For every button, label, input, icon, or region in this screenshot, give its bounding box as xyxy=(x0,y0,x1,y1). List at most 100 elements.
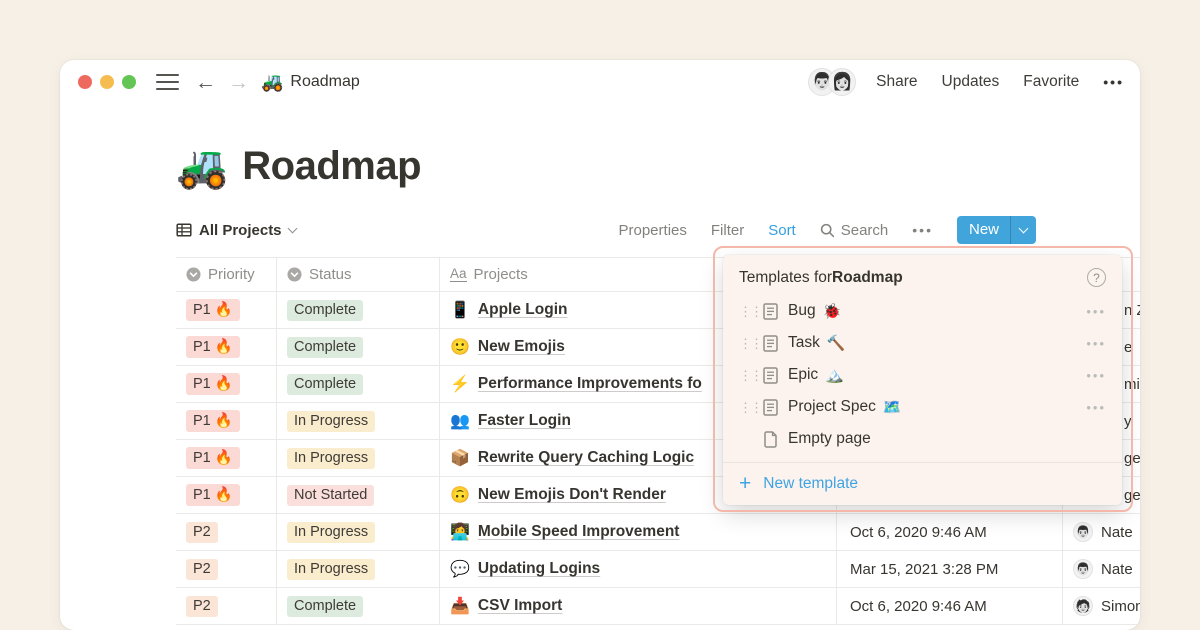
clipped-text: mi xyxy=(1124,376,1140,393)
priority-tag[interactable]: P1 🔥 xyxy=(186,484,240,506)
status-tag[interactable]: In Progress xyxy=(287,521,376,543)
view-more-icon[interactable]: ••• xyxy=(912,222,933,238)
status-tag[interactable]: Complete xyxy=(287,299,364,321)
project-cell[interactable]: 👩‍💻 Mobile Speed Improvement xyxy=(440,514,837,550)
priority-cell[interactable]: P1 🔥 xyxy=(176,440,277,476)
back-arrow-icon[interactable]: ← xyxy=(195,72,216,93)
new-template-button[interactable]: + New template xyxy=(723,463,1122,505)
page-emoji-icon[interactable]: 🚜 xyxy=(176,145,228,188)
status-cell[interactable]: Complete xyxy=(277,292,440,328)
status-cell[interactable]: In Progress xyxy=(277,440,440,476)
empty-page-icon xyxy=(763,430,778,448)
status-tag[interactable]: Complete xyxy=(287,373,364,395)
template-item-empty-page[interactable]: Empty page xyxy=(723,423,1122,455)
project-link[interactable]: Apple Login xyxy=(478,301,568,319)
close-window-button[interactable] xyxy=(78,75,92,89)
project-link[interactable]: Rewrite Query Caching Logic xyxy=(478,449,694,467)
updates-button[interactable]: Updates xyxy=(942,73,1000,91)
template-more-icon[interactable]: ••• xyxy=(1086,336,1106,351)
project-link[interactable]: Updating Logins xyxy=(478,560,600,578)
more-menu-icon[interactable]: ••• xyxy=(1103,74,1124,90)
template-more-icon[interactable]: ••• xyxy=(1086,400,1106,415)
template-item-task[interactable]: ⋮⋮ Task 🔨 ••• xyxy=(723,327,1122,359)
status-cell[interactable]: In Progress xyxy=(277,403,440,439)
priority-cell[interactable]: P2 xyxy=(176,551,277,587)
drag-handle-icon[interactable]: ⋮⋮ xyxy=(739,305,763,318)
project-link[interactable]: CSV Import xyxy=(478,597,562,615)
priority-tag[interactable]: P1 🔥 xyxy=(186,410,240,432)
status-cell[interactable]: In Progress xyxy=(277,551,440,587)
status-tag[interactable]: In Progress xyxy=(287,447,376,469)
priority-cell[interactable]: P2 xyxy=(176,514,277,550)
date-cell[interactable]: Oct 6, 2020 9:46 AM xyxy=(837,588,1063,624)
status-tag[interactable]: Complete xyxy=(287,595,364,617)
project-link[interactable]: Faster Login xyxy=(478,412,571,430)
priority-cell[interactable]: P1 🔥 xyxy=(176,292,277,328)
priority-cell[interactable]: P1 🔥 xyxy=(176,403,277,439)
priority-cell[interactable]: P1 🔥 xyxy=(176,366,277,402)
priority-cell[interactable]: P1 🔥 xyxy=(176,477,277,513)
zoom-window-button[interactable] xyxy=(122,75,136,89)
status-tag[interactable]: In Progress xyxy=(287,410,376,432)
drag-handle-icon[interactable]: ⋮⋮ xyxy=(739,369,763,382)
template-more-icon[interactable]: ••• xyxy=(1086,304,1106,319)
status-tag[interactable]: Complete xyxy=(287,336,364,358)
person-cell[interactable]: 👨🏻 Nate xyxy=(1063,514,1140,550)
breadcrumb[interactable]: 🚜 Roadmap xyxy=(261,72,360,93)
template-more-icon[interactable]: ••• xyxy=(1086,368,1106,383)
status-cell[interactable]: Complete xyxy=(277,329,440,365)
drag-handle-icon[interactable]: ⋮⋮ xyxy=(739,401,763,414)
status-cell[interactable]: Not Started xyxy=(277,477,440,513)
priority-tag[interactable]: P1 🔥 xyxy=(186,336,240,358)
person-cell[interactable]: 🧑🏻 Simon xyxy=(1063,588,1140,624)
status-cell[interactable]: Complete xyxy=(277,366,440,402)
template-item-project-spec[interactable]: ⋮⋮ Project Spec 🗺️ ••• xyxy=(723,391,1122,423)
template-label: Epic xyxy=(788,366,819,383)
template-item-epic[interactable]: ⋮⋮ Epic 🏔️ ••• xyxy=(723,359,1122,391)
project-link[interactable]: New Emojis Don't Render xyxy=(478,486,666,504)
minimize-window-button[interactable] xyxy=(100,75,114,89)
new-button-dropdown[interactable] xyxy=(1010,216,1036,244)
search-button[interactable]: Search xyxy=(820,222,888,239)
sort-button[interactable]: Sort xyxy=(768,222,796,239)
tractor-emoji-icon: 🚜 xyxy=(261,71,284,92)
project-link[interactable]: New Emojis xyxy=(478,338,565,356)
project-cell[interactable]: 💬 Updating Logins xyxy=(440,551,837,587)
priority-tag[interactable]: P2 xyxy=(186,558,218,580)
new-button[interactable]: New xyxy=(956,216,1036,244)
column-header-status[interactable]: Status xyxy=(277,258,440,291)
person-cell[interactable]: 👨🏻 Nate xyxy=(1063,551,1140,587)
template-page-icon xyxy=(763,334,778,352)
clipped-text: y xyxy=(1124,413,1132,430)
priority-tag[interactable]: P2 xyxy=(186,595,218,617)
date-cell[interactable]: Oct 6, 2020 9:46 AM xyxy=(837,514,1063,550)
priority-cell[interactable]: P1 🔥 xyxy=(176,329,277,365)
drag-handle-icon[interactable]: ⋮⋮ xyxy=(739,337,763,350)
status-tag[interactable]: In Progress xyxy=(287,558,376,580)
priority-tag[interactable]: P1 🔥 xyxy=(186,373,240,395)
template-item-bug[interactable]: ⋮⋮ Bug 🐞 ••• xyxy=(723,295,1122,327)
properties-button[interactable]: Properties xyxy=(619,222,687,239)
status-tag[interactable]: Not Started xyxy=(287,484,375,506)
collaborator-avatars[interactable]: 👨🏻 👩🏻 xyxy=(808,68,857,96)
view-switcher[interactable]: All Projects xyxy=(176,222,297,239)
page-title-text[interactable]: Roadmap xyxy=(242,144,421,189)
project-link[interactable]: Mobile Speed Improvement xyxy=(478,523,680,541)
filter-button[interactable]: Filter xyxy=(711,222,744,239)
column-header-priority[interactable]: Priority xyxy=(176,258,277,291)
sidebar-toggle-icon[interactable] xyxy=(156,73,179,91)
new-button-label[interactable]: New xyxy=(957,216,1010,244)
priority-tag[interactable]: P1 🔥 xyxy=(186,299,240,321)
project-cell[interactable]: 📥 CSV Import xyxy=(440,588,837,624)
priority-tag[interactable]: P1 🔥 xyxy=(186,447,240,469)
priority-cell[interactable]: P2 xyxy=(176,588,277,624)
help-icon[interactable]: ? xyxy=(1087,268,1106,287)
status-cell[interactable]: In Progress xyxy=(277,514,440,550)
status-cell[interactable]: Complete xyxy=(277,588,440,624)
date-cell[interactable]: Mar 15, 2021 3:28 PM xyxy=(837,551,1063,587)
favorite-button[interactable]: Favorite xyxy=(1023,73,1079,91)
project-link[interactable]: Performance Improvements fo xyxy=(478,375,702,393)
share-button[interactable]: Share xyxy=(876,73,917,91)
project-emoji-icon: 💬 xyxy=(450,561,470,578)
priority-tag[interactable]: P2 xyxy=(186,521,218,543)
